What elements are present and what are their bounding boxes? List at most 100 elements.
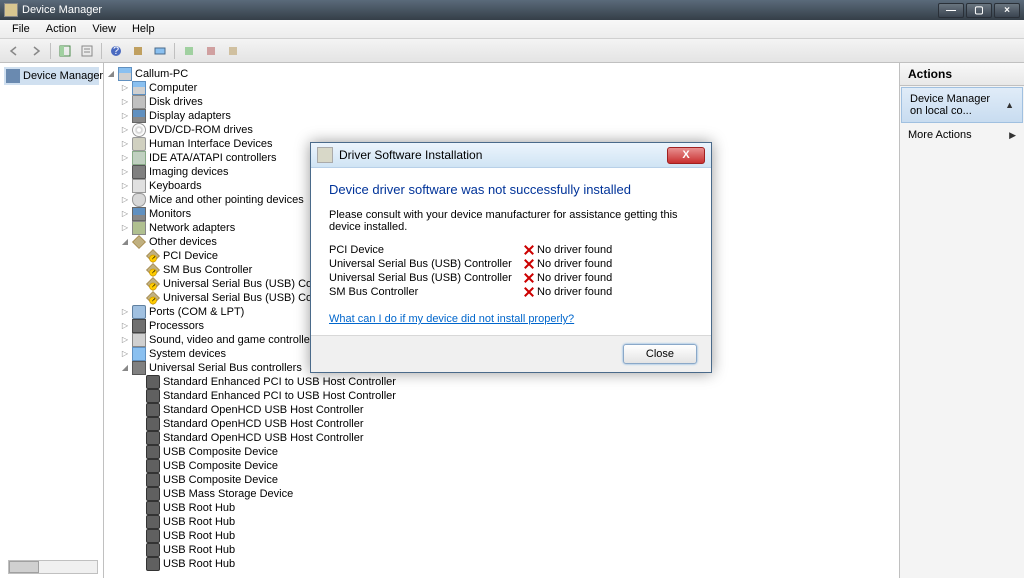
show-hide-tree-button[interactable] [55, 41, 75, 61]
menubar: File Action View Help [0, 20, 1024, 39]
scan-button[interactable] [150, 41, 170, 61]
expander-icon[interactable]: ▷ [120, 111, 130, 121]
close-button[interactable]: × [994, 3, 1020, 18]
dialog-titlebar[interactable]: Driver Software Installation X [311, 143, 711, 168]
properties-button[interactable] [77, 41, 97, 61]
device-icon [146, 529, 160, 543]
expander-spacer [134, 433, 144, 443]
maximize-button[interactable]: ▢ [966, 3, 992, 18]
tree-category[interactable]: ▷ DVD/CD-ROM drives [106, 123, 897, 137]
expander-icon[interactable]: ▷ [120, 223, 130, 233]
device-icon [146, 375, 160, 389]
expander-spacer [134, 265, 144, 275]
error-icon [523, 258, 535, 270]
tree-device[interactable]: Standard Enhanced PCI to USB Host Contro… [106, 389, 897, 403]
category-icon [132, 361, 146, 375]
tree-device[interactable]: USB Composite Device [106, 445, 897, 459]
tree-label: Standard OpenHCD USB Host Controller [163, 403, 364, 417]
tree-label: USB Composite Device [163, 459, 278, 473]
tree-device[interactable]: USB Root Hub [106, 529, 897, 543]
tree-device[interactable]: Standard OpenHCD USB Host Controller [106, 431, 897, 445]
toolbar-separator [174, 43, 175, 59]
titlebar[interactable]: Device Manager — ▢ × [0, 0, 1024, 20]
expander-icon[interactable]: ▷ [120, 321, 130, 331]
dialog-body: Device driver software was not successfu… [311, 168, 711, 335]
back-button[interactable] [4, 41, 24, 61]
expander-icon[interactable]: ▷ [120, 167, 130, 177]
menu-help[interactable]: Help [124, 21, 163, 37]
category-icon [132, 319, 146, 333]
device-icon [146, 501, 160, 515]
error-icon [523, 244, 535, 256]
expander-icon[interactable]: ▷ [120, 195, 130, 205]
expander-icon[interactable]: ▷ [120, 181, 130, 191]
dialog-title: Driver Software Installation [339, 148, 667, 162]
tree-device[interactable]: Standard Enhanced PCI to USB Host Contro… [106, 375, 897, 389]
dialog-close-button[interactable]: X [667, 147, 705, 164]
expander-icon[interactable]: ▷ [120, 335, 130, 345]
minimize-button[interactable]: — [938, 3, 964, 18]
uninstall-button[interactable] [201, 41, 221, 61]
tree-device[interactable]: Standard OpenHCD USB Host Controller [106, 403, 897, 417]
expander-icon[interactable]: ▷ [120, 349, 130, 359]
help-link[interactable]: What can I do if my device did not insta… [329, 313, 574, 325]
tree-category[interactable]: ▷Disk drives [106, 95, 897, 109]
expander-icon[interactable]: ◢ [120, 237, 130, 247]
expander-spacer [134, 377, 144, 387]
update-driver-button[interactable] [179, 41, 199, 61]
device-status: No driver found [523, 244, 612, 256]
action-more-actions[interactable]: More Actions ▶ [900, 124, 1024, 146]
device-name: Universal Serial Bus (USB) Controller [329, 272, 523, 284]
action-label: More Actions [908, 129, 972, 141]
tree-label: USB Mass Storage Device [163, 487, 293, 501]
tree-device[interactable]: USB Root Hub [106, 515, 897, 529]
help-button[interactable]: ? [106, 41, 126, 61]
tree-label: Keyboards [149, 179, 202, 193]
menu-action[interactable]: Action [38, 21, 85, 37]
forward-button[interactable] [26, 41, 46, 61]
tree-category[interactable]: ▷Display adapters [106, 109, 897, 123]
expander-icon[interactable]: ▷ [120, 139, 130, 149]
category-icon [132, 151, 146, 165]
tree-category[interactable]: ▷ Computer [106, 81, 897, 95]
dialog-footer: Close [311, 335, 711, 372]
expander-icon[interactable]: ▷ [120, 83, 130, 93]
category-icon [132, 347, 146, 361]
tree-label: USB Composite Device [163, 473, 278, 487]
expander-icon[interactable]: ▷ [120, 307, 130, 317]
tree-device[interactable]: USB Root Hub [106, 543, 897, 557]
expander-icon[interactable]: ▷ [120, 209, 130, 219]
expander-icon[interactable]: ◢ [106, 69, 116, 79]
expander-spacer [134, 559, 144, 569]
tree-label: Imaging devices [149, 165, 229, 179]
expander-icon[interactable]: ▷ [120, 97, 130, 107]
action-device-manager[interactable]: Device Manager on local co... ▲ [901, 87, 1023, 123]
toolbar-button[interactable] [128, 41, 148, 61]
tree-label: Computer [149, 81, 197, 95]
tree-label: USB Root Hub [163, 543, 235, 557]
tree-device[interactable]: USB Root Hub [106, 501, 897, 515]
expander-icon[interactable]: ▷ [120, 153, 130, 163]
scrollbar-thumb[interactable] [9, 561, 39, 573]
expander-spacer [134, 419, 144, 429]
tree-device[interactable]: USB Root Hub [106, 557, 897, 571]
tree-device[interactable]: USB Composite Device [106, 459, 897, 473]
menu-view[interactable]: View [84, 21, 124, 37]
dialog-description: Please consult with your device manufact… [329, 209, 693, 233]
actions-pane: Actions Device Manager on local co... ▲ … [900, 63, 1024, 578]
close-button[interactable]: Close [623, 344, 697, 364]
tree-label: DVD/CD-ROM drives [149, 123, 253, 137]
tree-label: SM Bus Controller [163, 263, 252, 277]
tree-device[interactable]: USB Mass Storage Device [106, 487, 897, 501]
menu-file[interactable]: File [4, 21, 38, 37]
tree-label: USB Root Hub [163, 529, 235, 543]
nav-device-manager[interactable]: Device Manager on [4, 67, 99, 85]
toolbar-button[interactable] [223, 41, 243, 61]
tree-device[interactable]: Standard OpenHCD USB Host Controller [106, 417, 897, 431]
device-icon [146, 557, 160, 571]
tree-root[interactable]: ◢Callum-PC [106, 67, 897, 81]
expander-icon[interactable]: ◢ [120, 363, 130, 373]
expander-icon[interactable]: ▷ [120, 125, 130, 135]
horizontal-scrollbar[interactable] [8, 560, 98, 574]
tree-device[interactable]: USB Composite Device [106, 473, 897, 487]
